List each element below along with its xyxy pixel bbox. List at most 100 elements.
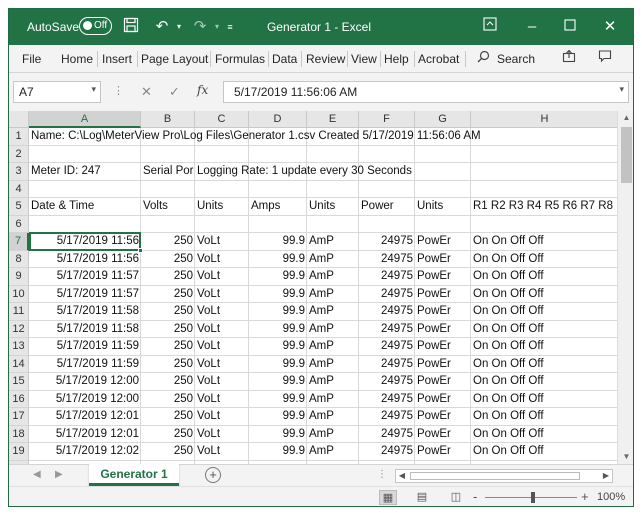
cell-e11[interactable]: AmP xyxy=(307,303,336,321)
cell-d9[interactable]: 99.9 xyxy=(249,268,307,286)
page-layout-icon[interactable]: ▤ xyxy=(413,490,431,505)
autosave-toggle[interactable]: Off xyxy=(79,17,112,35)
row-header-1[interactable]: 1 xyxy=(9,128,29,146)
tab-view[interactable]: View xyxy=(351,52,377,66)
cell-g16[interactable]: PowEr xyxy=(415,391,453,409)
cell-a8[interactable]: 5/17/2019 11:56 xyxy=(29,251,141,269)
cell-b8[interactable]: 250 xyxy=(141,251,195,269)
cell-c11[interactable]: VoLt xyxy=(195,303,222,321)
cell-d13[interactable]: 99.9 xyxy=(249,338,307,356)
cell-g5[interactable]: Units xyxy=(415,198,445,216)
tab-file[interactable]: File xyxy=(22,52,41,66)
row-header-8[interactable]: 8 xyxy=(9,250,29,268)
tab-acrobat[interactable]: Acrobat xyxy=(418,52,459,66)
row-header-13[interactable]: 13 xyxy=(9,338,29,356)
redo-icon[interactable]: ↷ xyxy=(189,17,211,37)
select-all-corner[interactable] xyxy=(9,111,29,128)
cell-e7[interactable]: AmP xyxy=(307,233,336,251)
cell-e18[interactable]: AmP xyxy=(307,426,336,444)
horizontal-scroll-thumb[interactable] xyxy=(410,472,580,480)
cell-h15[interactable]: On On Off Off xyxy=(471,373,546,391)
comments-icon[interactable] xyxy=(593,49,617,69)
row-header-2[interactable]: 2 xyxy=(9,145,29,163)
row-header-3[interactable]: 3 xyxy=(9,163,29,181)
cell-h19[interactable]: On On Off Off xyxy=(471,443,546,461)
cell-a11[interactable]: 5/17/2019 11:58 xyxy=(29,303,141,321)
zoom-in-button[interactable]: + xyxy=(581,489,589,504)
scroll-up-icon[interactable]: ▲ xyxy=(618,111,633,125)
cell-h13[interactable]: On On Off Off xyxy=(471,338,546,356)
close-icon[interactable]: ✕ xyxy=(599,17,621,37)
cell-b15[interactable]: 250 xyxy=(141,373,195,391)
column-header-h[interactable]: H xyxy=(471,111,617,128)
column-header-d[interactable]: D xyxy=(249,111,307,128)
cell-a18[interactable]: 5/17/2019 12:01 xyxy=(29,426,141,444)
tab-help[interactable]: Help xyxy=(384,52,409,66)
save-icon[interactable] xyxy=(121,17,141,37)
cell-d19[interactable]: 99.9 xyxy=(249,443,307,461)
cell-d17[interactable]: 99.9 xyxy=(249,408,307,426)
search-icon[interactable] xyxy=(471,49,495,69)
search-box[interactable]: Search xyxy=(497,52,535,66)
cell-d10[interactable]: 99.9 xyxy=(249,286,307,304)
cell-f9[interactable]: 24975 xyxy=(359,268,415,286)
row-header-6[interactable]: 6 xyxy=(9,215,29,233)
cell-f10[interactable]: 24975 xyxy=(359,286,415,304)
active-cell-selection[interactable] xyxy=(29,232,143,253)
column-header-c[interactable]: C xyxy=(195,111,249,128)
cell-f16[interactable]: 24975 xyxy=(359,391,415,409)
expand-formula-bar-icon[interactable]: ▾ xyxy=(619,84,624,95)
cell-c14[interactable]: VoLt xyxy=(195,356,222,374)
cell-f15[interactable]: 24975 xyxy=(359,373,415,391)
tab-review[interactable]: Review xyxy=(306,52,345,66)
cell-e15[interactable]: AmP xyxy=(307,373,336,391)
cell-g11[interactable]: PowEr xyxy=(415,303,453,321)
vertical-scroll-thumb[interactable] xyxy=(621,127,632,183)
cell-c13[interactable]: VoLt xyxy=(195,338,222,356)
cell-f13[interactable]: 24975 xyxy=(359,338,415,356)
zoom-slider-thumb[interactable] xyxy=(531,492,535,503)
row-header-7[interactable]: 7 xyxy=(9,233,29,251)
cell-f17[interactable]: 24975 xyxy=(359,408,415,426)
cell-b3[interactable]: Serial Por xyxy=(141,163,196,181)
cell-e12[interactable]: AmP xyxy=(307,321,336,339)
cell-f19[interactable]: 24975 xyxy=(359,443,415,461)
column-header-e[interactable]: E xyxy=(307,111,359,128)
cell-c16[interactable]: VoLt xyxy=(195,391,222,409)
cell-f7[interactable]: 24975 xyxy=(359,233,415,251)
cell-f5[interactable]: Power xyxy=(359,198,396,216)
cell-c8[interactable]: VoLt xyxy=(195,251,222,269)
cell-b14[interactable]: 250 xyxy=(141,356,195,374)
cell-b12[interactable]: 250 xyxy=(141,321,195,339)
cell-g7[interactable]: PowEr xyxy=(415,233,453,251)
cell-b7[interactable]: 250 xyxy=(141,233,195,251)
cell-a3[interactable]: Meter ID: 247 xyxy=(29,163,103,181)
cell-a17[interactable]: 5/17/2019 12:01 xyxy=(29,408,141,426)
cell-e19[interactable]: AmP xyxy=(307,443,336,461)
undo-icon[interactable]: ↶ xyxy=(151,17,173,37)
formula-input[interactable]: 5/17/2019 11:56:06 AM ▾ xyxy=(223,81,629,103)
cell-g12[interactable]: PowEr xyxy=(415,321,453,339)
cell-e16[interactable]: AmP xyxy=(307,391,336,409)
cell-b16[interactable]: 250 xyxy=(141,391,195,409)
prev-sheet-icon[interactable]: ◀ xyxy=(33,469,41,480)
insert-function-icon[interactable]: fx xyxy=(197,83,208,97)
share-icon[interactable] xyxy=(557,49,581,69)
cell-c17[interactable]: VoLt xyxy=(195,408,222,426)
cell-f8[interactable]: 24975 xyxy=(359,251,415,269)
cell-b9[interactable]: 250 xyxy=(141,268,195,286)
scroll-down-icon[interactable]: ▼ xyxy=(618,450,633,464)
row-header-9[interactable]: 9 xyxy=(9,268,29,286)
cell-c15[interactable]: VoLt xyxy=(195,373,222,391)
cell-a1[interactable]: Name: C:\Log\MeterView Pro\Log Files\Gen… xyxy=(29,128,483,146)
cell-g15[interactable]: PowEr xyxy=(415,373,453,391)
cell-c9[interactable]: VoLt xyxy=(195,268,222,286)
cell-h18[interactable]: On On Off Off xyxy=(471,426,546,444)
cancel-entry-icon[interactable]: ✕ xyxy=(141,84,152,100)
row-header-19[interactable]: 19 xyxy=(9,443,29,461)
cell-h10[interactable]: On On Off Off xyxy=(471,286,546,304)
row-header-16[interactable]: 16 xyxy=(9,390,29,408)
cell-a12[interactable]: 5/17/2019 11:58 xyxy=(29,321,141,339)
cell-c12[interactable]: VoLt xyxy=(195,321,222,339)
cell-b17[interactable]: 250 xyxy=(141,408,195,426)
